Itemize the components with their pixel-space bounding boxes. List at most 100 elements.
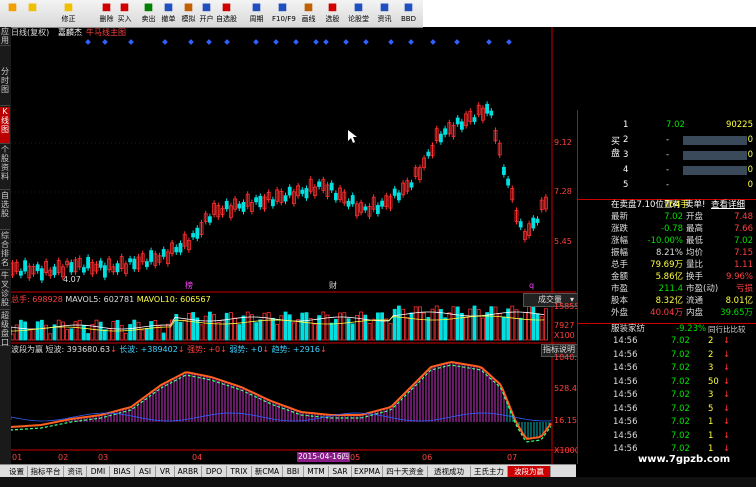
toolbar-button-14[interactable]: ■ 论股堂 [348,1,369,26]
signal-diamond [323,39,329,45]
level-number: 1 [623,120,629,130]
left-tab-4[interactable]: 自选股 [0,191,10,230]
chart-canvas[interactable] [11,27,576,464]
indicator-tab[interactable]: SAR [329,466,352,477]
volume-bar [409,312,414,341]
volume-axis-unit: X100 [554,331,575,340]
event-marker-q[interactable]: q [529,281,534,291]
toolbar-button-11[interactable]: ■ F10/F9 [272,1,296,26]
mavol5-label: MAVOL5 [65,295,99,304]
candle-body [535,218,540,223]
indicator-tab[interactable]: 指标平台 [28,466,64,477]
volume-bar [296,319,301,341]
left-tab-6[interactable]: 牛叉诊股 [0,271,10,310]
toolbar-button-5[interactable]: ■ 卖出 [138,1,159,26]
volume-bar [199,324,204,341]
sector-compare-link[interactable]: 同行比比较 [708,324,746,335]
strong-value: +0 [208,345,221,354]
volume-bar [241,315,246,341]
sector-change: -9.23% [676,324,707,334]
indicator-tab[interactable]: ARBR [175,466,202,477]
indicator-tab[interactable]: DMI [87,466,110,477]
tick-row: 14:56 7.02 2 ↓ [578,350,756,361]
indicator-name[interactable]: 牛马线主图 [86,28,126,38]
indicator-tab[interactable]: 四十天资金 [383,466,428,477]
volume-bar [434,305,439,341]
toolbar-button-9[interactable]: ■ 自选股 [216,1,237,26]
indicator-tab[interactable]: BBI [283,466,304,477]
indicator-tab[interactable]: VR [156,466,175,477]
toolbar-button-16[interactable]: ■ BBD [398,1,419,26]
volume-bar [98,321,103,341]
cancel-order-icon: ■ [163,2,174,13]
left-tab-7[interactable]: 超级盘口 [0,311,10,347]
toolbar-button-10[interactable]: ■ 周期 [246,1,267,26]
volume-bar [191,312,196,341]
tick-price: 7.02 [671,403,690,414]
candle-body [485,103,490,114]
candle-body [350,195,355,205]
volume-bar [77,319,82,341]
toolbar-button-15[interactable]: ■ 资讯 [374,1,395,26]
indicator-tab[interactable]: 波段为赢 [508,466,551,477]
signal-diamond [102,39,108,45]
candle-body [23,260,28,272]
left-tab-1[interactable]: 分时图 [0,67,10,106]
stat-value-left: -0.78 [661,224,683,234]
event-marker-finance[interactable]: 财 [329,281,337,291]
event-marker-rank[interactable]: 榜 [185,281,193,291]
stat-label-right: 流通 [686,296,704,306]
indicator-tab[interactable]: 王氏主力 [471,466,508,477]
volume-bar [23,321,28,341]
indicator-tab[interactable]: 资讯 [64,466,87,477]
volume-bar [186,312,191,341]
volume-bar [523,311,527,341]
candle-body [443,128,448,135]
period-label[interactable]: 日线(复权) [11,28,49,38]
left-tab-0[interactable]: 应用 [0,27,10,46]
indicator-tab[interactable]: 透视成功 [428,466,471,477]
tick-time: 14:56 [613,417,638,427]
toolbar-button-label: 修正 [61,15,76,23]
sector-row[interactable]: 服装家纺 -9.23% 同行比比较 [578,323,756,335]
candle-body [304,188,309,199]
indicator-tab[interactable]: 新CMA [252,466,283,477]
toolbar-button-0[interactable]: ■ [2,1,23,26]
volume-bar [61,321,65,341]
volume-bar [203,315,208,341]
indicator-tab[interactable]: ASI [135,466,156,477]
candle-body [333,192,338,201]
indicator-tab[interactable]: 设置 [6,466,28,477]
indicator-tab[interactable]: TRIX [227,466,252,477]
toolbar-button-6[interactable]: ■ 撤单 [158,1,179,26]
toolbar-button-13[interactable]: ■ 选股 [322,1,343,26]
tick-row: 14:56 7.02 1 ↓ [578,417,756,428]
indicator-tab[interactable]: BIAS [110,466,135,477]
toolbar-button-8[interactable]: ■ 开户 [196,1,217,26]
left-tab-3[interactable]: 个股资料 [0,145,10,190]
candle-body [531,217,536,229]
view-detail-link[interactable]: 查看详细 [711,200,745,211]
indicator-tab[interactable]: MTM [304,466,329,477]
volume-bar [161,332,166,341]
indicator-tab[interactable]: EXPMA [352,466,383,477]
toolbar-button-1[interactable]: ■ [22,1,43,26]
candle-body [396,192,401,201]
left-tab-5[interactable]: 综合排名 [0,231,10,270]
left-tab-2[interactable]: K线图 [0,107,10,144]
quote-stat-row: 振幅 8.21% 均价 7.15 [578,248,756,259]
mavol5-value: 602781 [103,295,135,304]
volume-bar [228,312,233,341]
toolbar-button-4[interactable]: ■ 买入 [114,1,135,26]
indicator-tab[interactable]: DPO [202,466,227,477]
stat-value-left: 8.32亿 [655,296,683,306]
stat-label-left: 市盈 [611,284,629,294]
toolbar-button-2[interactable]: ■ 修正 [58,1,79,26]
star-icon: ■ [63,2,74,13]
total-volume: 698928 [32,295,63,304]
toolbar-button-12[interactable]: ■ 画线 [298,1,319,26]
volume-bar [312,323,317,341]
chart-area[interactable]: 日线(复权) 嘉麟杰 牛马线主图 9.12 7.28 5.45 4.07 榜 财… [11,27,593,464]
stat-value-right: 7.02 [734,236,753,246]
volume-bar [128,324,132,341]
